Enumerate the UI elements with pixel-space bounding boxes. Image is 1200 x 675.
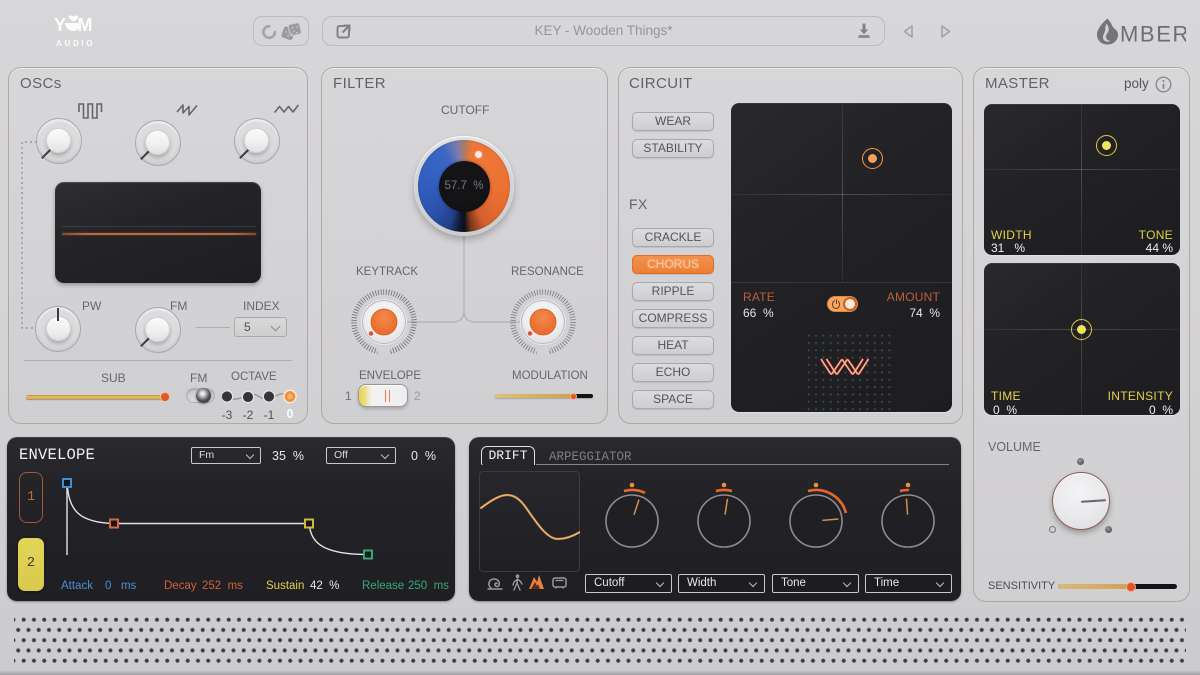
- svg-text:MBER: MBER: [1120, 22, 1186, 47]
